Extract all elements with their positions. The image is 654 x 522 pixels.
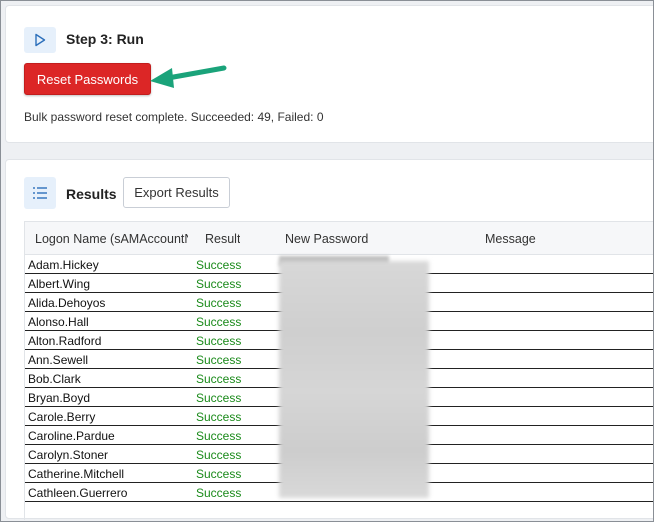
list-icon (24, 177, 56, 209)
result-cell: Success (196, 410, 242, 424)
result-cell: Success (196, 372, 242, 386)
result-cell: Success (196, 448, 242, 462)
status-message: Bulk password reset complete. Succeeded:… (24, 110, 324, 124)
logon-name-cell: Ann.Sewell (28, 353, 89, 367)
column-header-new-password[interactable]: New Password (285, 232, 368, 246)
redacted-passwords (279, 261, 429, 498)
logon-name-cell: Bob.Clark (28, 372, 81, 386)
column-header-message[interactable]: Message (485, 232, 536, 246)
result-cell: Success (196, 429, 242, 443)
logon-name-cell: Albert.Wing (28, 277, 91, 291)
logon-name-cell: Bryan.Boyd (28, 391, 91, 405)
result-cell: Success (196, 277, 242, 291)
results-title: Results (66, 186, 117, 202)
logon-name-cell: Carole.Berry (28, 410, 96, 424)
logon-name-cell: Adam.Hickey (28, 258, 99, 272)
result-cell: Success (196, 334, 242, 348)
arrow-icon (150, 65, 227, 88)
result-cell: Success (196, 296, 242, 310)
logon-name-cell: Cathleen.Guerrero (28, 486, 128, 500)
play-icon (24, 27, 56, 53)
result-cell: Success (196, 486, 242, 500)
column-header-logon[interactable]: Logon Name (sAMAccountName) (35, 232, 188, 246)
result-cell: Success (196, 353, 242, 367)
logon-name-cell: Catherine.Mitchell (28, 467, 125, 481)
result-cell: Success (196, 391, 242, 405)
step-title: Step 3: Run (66, 31, 144, 47)
logon-name-cell: Alida.Dehoyos (28, 296, 106, 310)
result-cell: Success (196, 467, 242, 481)
logon-name-cell: Alonso.Hall (28, 315, 89, 329)
app-window: Step 3: Run Reset Passwords Bulk passwor… (0, 0, 654, 522)
logon-name-cell: Caroline.Pardue (28, 429, 115, 443)
logon-name-cell: Alton.Radford (28, 334, 102, 348)
logon-name-cell: Carolyn.Stoner (28, 448, 109, 462)
table-header: Logon Name (sAMAccountName) Result New P… (25, 222, 653, 255)
step-run-panel: Step 3: Run Reset Passwords Bulk passwor… (5, 5, 653, 143)
export-results-button[interactable]: Export Results (123, 177, 230, 208)
result-cell: Success (196, 258, 242, 272)
column-header-result[interactable]: Result (205, 232, 240, 246)
result-cell: Success (196, 315, 242, 329)
reset-passwords-button[interactable]: Reset Passwords (24, 63, 151, 95)
